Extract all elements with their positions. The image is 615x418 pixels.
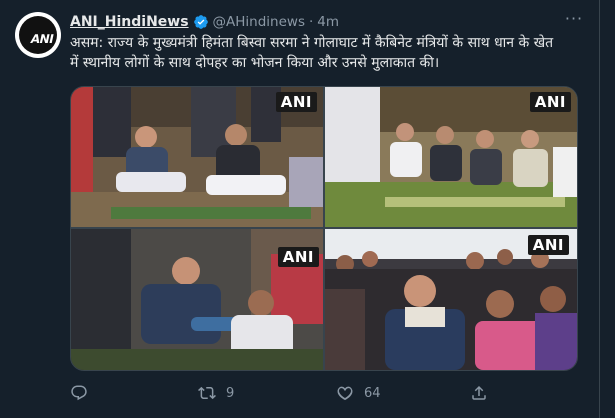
avatar-logo-text: ANI [29,32,55,46]
ani-avatar-logo: ANI [19,16,57,54]
watermark-ani: ANI [277,247,319,267]
more-icon[interactable]: ··· [564,11,584,32]
retweet-icon [198,386,216,400]
separator-dot: · [309,14,314,30]
reply-icon [71,385,87,401]
scrollbar-rail[interactable] [600,0,615,418]
retweet-count: 9 [226,385,235,401]
share-button[interactable] [470,382,488,404]
verified-badge-icon [193,15,208,29]
photo-cm-greeting-elderly-man[interactable]: ANI [71,229,323,370]
media-grid: ANI ANI ANI ANI [70,86,578,371]
tweet-time[interactable]: 4m [317,14,339,30]
tweet-header: ANI_HindiNews @AHindinews · 4m [70,12,339,32]
like-icon [337,386,353,401]
watermark-ani: ANI [527,235,569,255]
retweet-button[interactable]: 9 [198,382,234,404]
photo-group-eating-in-paddy-field[interactable]: ANI [325,87,577,227]
watermark-ani: ANI [529,92,571,112]
share-icon [472,385,486,400]
like-button[interactable]: 64 [336,382,381,404]
author-handle[interactable]: @AHindinews [213,14,305,30]
watermark-ani: ANI [275,92,317,112]
avatar[interactable]: ANI [15,12,61,58]
photo-cm-with-crowd[interactable]: ANI [325,229,577,370]
photo-leaders-seated-on-field[interactable]: ANI [71,87,323,227]
tweet-actions: 9 64 [70,382,560,404]
tweet-card[interactable]: ANI ANI_HindiNews @AHindinews · 4m ··· अ… [0,0,600,418]
like-count: 64 [364,385,381,401]
reply-button[interactable] [70,382,98,404]
author-name[interactable]: ANI_HindiNews [70,14,189,30]
tweet-text: असम: राज्य के मुख्यमंत्री हिमंता बिस्वा … [70,35,554,71]
